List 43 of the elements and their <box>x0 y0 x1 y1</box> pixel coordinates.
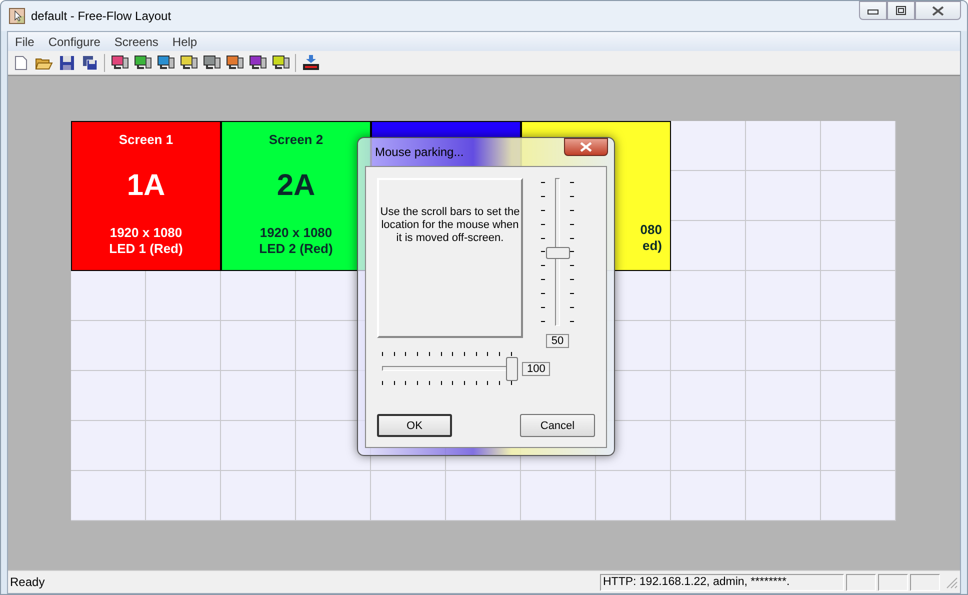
minimize-icon <box>867 6 879 14</box>
status-message: Ready <box>10 575 45 589</box>
screen-id: 2A <box>276 169 316 203</box>
status-pane <box>878 574 908 590</box>
slider-thumb[interactable] <box>506 357 518 381</box>
resize-grip-icon <box>944 575 958 589</box>
close-button[interactable] <box>564 138 608 156</box>
cancel-button[interactable]: Cancel <box>520 414 595 437</box>
instructions-text: Use the scroll bars to set the location for the mouse when it is moved off-screen. <box>379 206 521 246</box>
menu-item[interactable]: Help <box>165 34 204 48</box>
device-download-icon <box>302 54 320 70</box>
screen-resolution: 1920 x 1080 <box>110 225 182 241</box>
menu-item[interactable]: File <box>8 34 42 48</box>
close-icon <box>579 142 593 152</box>
screen-tile[interactable]: Screen 1 1A 1920 x 1080 LED 1 (Red) <box>71 121 221 271</box>
maximize-icon <box>895 6 907 16</box>
close-button[interactable] <box>915 1 961 20</box>
minimize-button[interactable] <box>859 1 887 20</box>
status-pane <box>910 574 940 590</box>
screen-resolution: 1920 x 1080 <box>260 225 332 241</box>
screen-name: Screen 1 <box>118 132 174 147</box>
blank-page-icon <box>12 54 28 70</box>
menu-item[interactable]: Configure <box>41 34 108 48</box>
window-title: default - Free-Flow Layout <box>31 9 172 23</box>
status-pane <box>846 574 876 590</box>
close-icon <box>931 6 945 16</box>
screen-name: Screen 2 <box>268 132 324 147</box>
slider-value: 100 <box>522 362 550 376</box>
screen-led: ed) <box>642 238 663 254</box>
connection-status: HTTP: 192.168.1.22, admin, ********. <box>600 574 844 590</box>
menu-item[interactable]: Screens <box>107 34 166 48</box>
screen-id: 1A <box>126 169 166 203</box>
screen-led: LED 2 (Red) <box>259 241 333 257</box>
screen-led: LED 1 (Red) <box>109 241 183 257</box>
screen-tile[interactable]: Screen 2 2A 1920 x 1080 LED 2 (Red) <box>221 121 371 271</box>
app-icon <box>9 8 25 24</box>
floppy-disks-icon <box>82 54 98 70</box>
screen-resolution: 080 <box>640 222 663 238</box>
slider-value: 50 <box>546 334 569 348</box>
ok-button[interactable]: OK <box>377 414 452 437</box>
slider-thumb[interactable] <box>546 247 570 259</box>
maximize-button[interactable] <box>887 1 915 20</box>
dialog-title: Mouse parking... <box>375 145 464 159</box>
